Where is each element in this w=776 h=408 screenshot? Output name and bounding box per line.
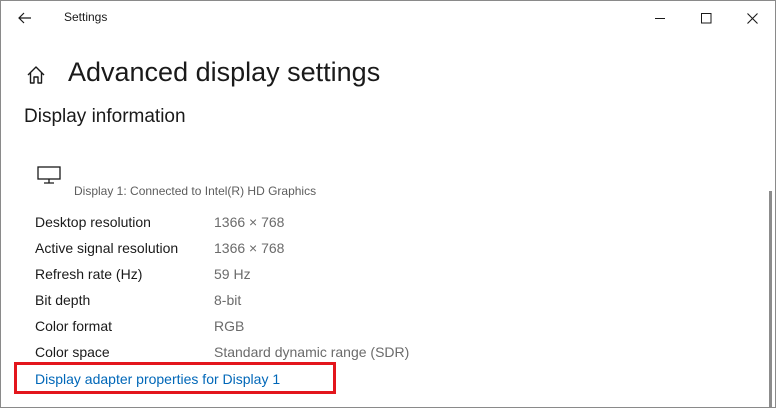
- info-value: 1366 × 768: [214, 240, 285, 256]
- info-label: Desktop resolution: [35, 214, 151, 230]
- display-adapter-properties-link[interactable]: Display adapter properties for Display 1: [35, 371, 280, 387]
- back-arrow-icon: [18, 12, 31, 24]
- home-button[interactable]: [25, 64, 47, 86]
- monitor-icon: [37, 166, 61, 184]
- info-value: Standard dynamic range (SDR): [214, 344, 410, 360]
- info-row-desktop-resolution: Desktop resolution 1366 × 768: [1, 209, 741, 235]
- info-value: 59 Hz: [214, 266, 251, 282]
- title-bar: Settings: [1, 1, 775, 35]
- info-label: Color format: [35, 318, 113, 334]
- section-title: Display information: [24, 106, 186, 127]
- info-value: 1366 × 768: [214, 214, 285, 230]
- info-label: Active signal resolution: [35, 240, 179, 256]
- back-button[interactable]: [9, 3, 41, 33]
- page-title: Advanced display settings: [68, 57, 381, 87]
- info-label: Refresh rate (Hz): [35, 266, 143, 282]
- info-row-active-signal-resolution: Active signal resolution 1366 × 768: [1, 235, 741, 261]
- info-value: RGB: [214, 318, 245, 334]
- info-label: Bit depth: [35, 292, 91, 308]
- info-row-bit-depth: Bit depth 8-bit: [1, 287, 741, 313]
- info-row-refresh-rate: Refresh rate (Hz) 59 Hz: [1, 261, 741, 287]
- minimize-button[interactable]: [637, 1, 683, 35]
- home-icon: [27, 66, 45, 84]
- info-label: Color space: [35, 344, 110, 360]
- maximize-icon: [700, 12, 711, 23]
- display-info-list: Desktop resolution 1366 × 768 Active sig…: [1, 209, 741, 365]
- info-value: 8-bit: [214, 292, 242, 308]
- display-caption: Display 1: Connected to Intel(R) HD Grap…: [74, 184, 317, 198]
- close-icon: [746, 12, 758, 24]
- minimize-icon: [654, 17, 665, 19]
- close-button[interactable]: [729, 1, 775, 35]
- settings-window: Settings Advanced display settings Displ…: [0, 0, 776, 408]
- info-row-color-format: Color format RGB: [1, 313, 741, 339]
- scrollbar[interactable]: [769, 191, 772, 407]
- maximize-button[interactable]: [683, 1, 729, 35]
- display-monitor: [37, 166, 63, 186]
- window-title: Settings: [64, 10, 108, 24]
